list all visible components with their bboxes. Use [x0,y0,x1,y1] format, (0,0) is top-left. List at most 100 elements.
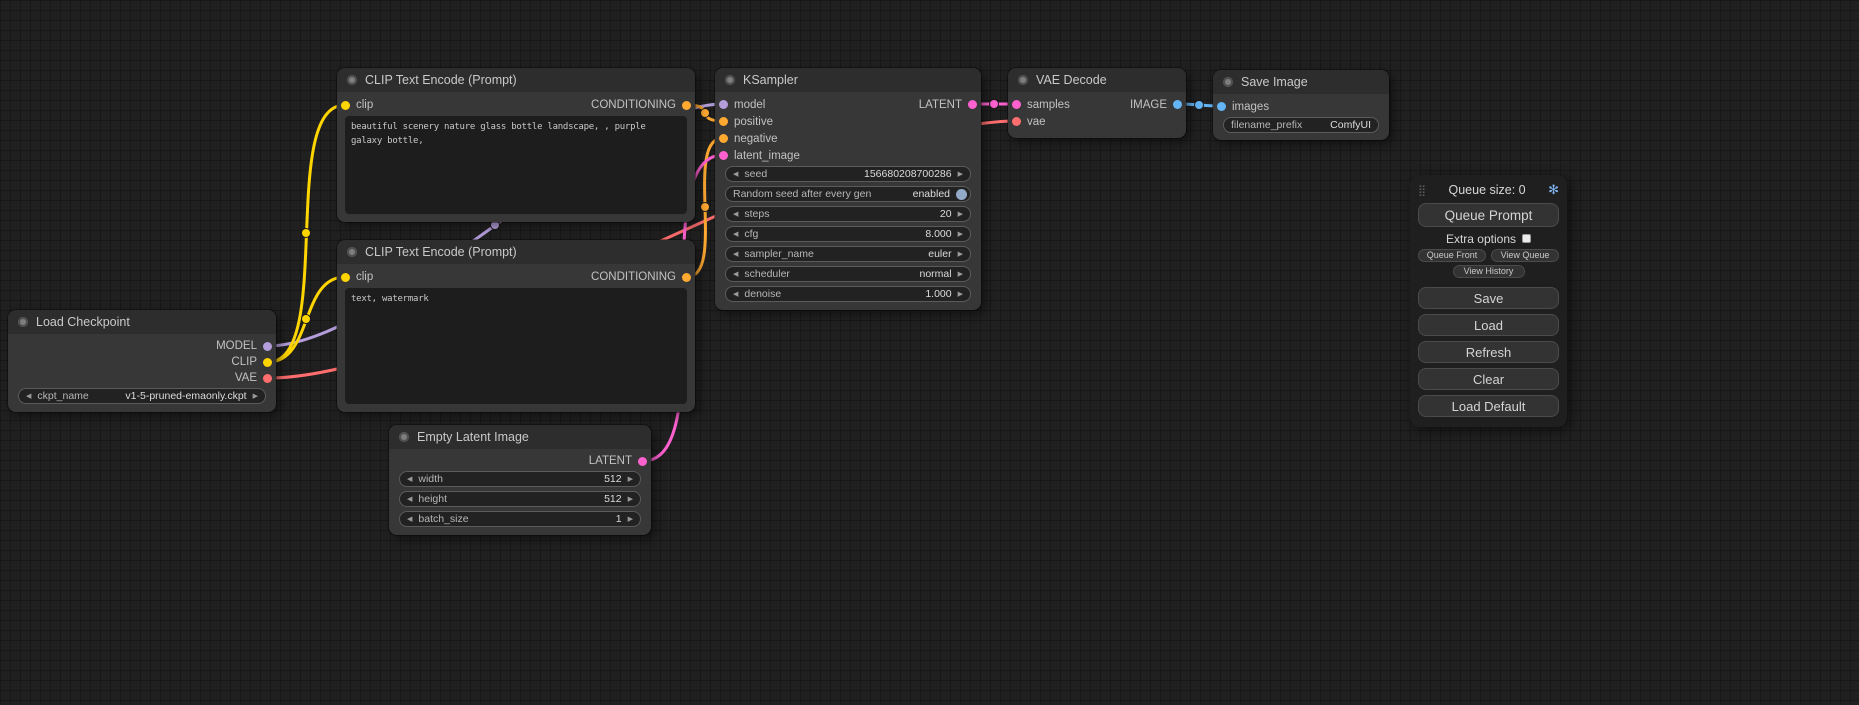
model-slot-dot[interactable] [719,100,728,109]
input-slot-negative[interactable]: negative [715,130,777,147]
input-slot-positive[interactable]: positive [715,113,773,130]
decrement-arrow-icon[interactable]: ◀ [733,171,738,178]
widget-width[interactable]: ◀ width 512 ▶ [399,471,641,487]
conditioning-slot-dot[interactable] [682,101,691,110]
increment-arrow-icon[interactable]: ▶ [958,271,963,278]
node-title-bar[interactable]: Save Image [1213,70,1389,94]
output-slot-latent[interactable]: LATENT [919,96,981,113]
node-title-bar[interactable]: Empty Latent Image [389,425,651,449]
input-slot-clip[interactable]: clip [337,96,373,114]
decrement-arrow-icon[interactable]: ◀ [733,231,738,238]
latent-slot-dot[interactable] [1012,100,1021,109]
output-slot-conditioning[interactable]: CONDITIONING [591,96,695,114]
widget-random-seed-toggle[interactable]: Random seed after every gen enabled [725,186,971,202]
node-save-image[interactable]: Save Image images filename_prefix ComfyU… [1213,70,1389,140]
widget-filename-prefix[interactable]: filename_prefix ComfyUI [1223,117,1379,133]
decrement-arrow-icon[interactable]: ◀ [407,496,412,503]
settings-gear-icon[interactable]: ✻ [1548,182,1559,198]
negative-prompt-textarea[interactable]: text, watermark [345,288,687,404]
input-slot-clip[interactable]: clip [337,268,373,286]
input-slot-images[interactable]: images [1213,98,1269,115]
clip-slot-dot[interactable] [341,101,350,110]
input-slot-model[interactable]: model [715,96,765,113]
increment-arrow-icon[interactable]: ▶ [958,171,963,178]
node-load-checkpoint[interactable]: Load Checkpoint MODEL CLIP VAE [8,310,276,412]
output-slot-latent[interactable]: LATENT [589,453,651,469]
conditioning-slot-dot[interactable] [719,134,728,143]
widget-sampler-name[interactable]: ◀ sampler_name euler ▶ [725,246,971,262]
widget-batch-size[interactable]: ◀ batch_size 1 ▶ [399,511,641,527]
queue-prompt-button[interactable]: Queue Prompt [1418,203,1559,227]
vae-slot-dot[interactable] [1012,117,1021,126]
decrement-arrow-icon[interactable]: ◀ [407,476,412,483]
output-slot-clip[interactable]: CLIP [231,354,276,370]
latent-slot-dot[interactable] [638,457,647,466]
decrement-arrow-icon[interactable]: ◀ [407,516,412,523]
node-graph-canvas[interactable]: Load Checkpoint MODEL CLIP VAE [0,0,1859,705]
vae-slot-dot[interactable] [263,374,272,383]
load-default-button[interactable]: Load Default [1418,395,1559,417]
image-slot-dot[interactable] [1173,100,1182,109]
clear-button[interactable]: Clear [1418,368,1559,390]
node-title-bar[interactable]: CLIP Text Encode (Prompt) [337,240,695,264]
positive-prompt-textarea[interactable]: beautiful scenery nature glass bottle la… [345,116,687,214]
seed-toggle-icon[interactable] [956,189,967,200]
increment-arrow-icon[interactable]: ▶ [628,476,633,483]
output-slot-vae[interactable]: VAE [235,370,276,386]
increment-arrow-icon[interactable]: ▶ [958,251,963,258]
load-button[interactable]: Load [1418,314,1559,336]
input-slot-samples[interactable]: samples [1008,96,1070,113]
widget-ckpt-name[interactable]: ◀ ckpt_name v1-5-pruned-emaonly.ckpt ▶ [18,388,266,404]
conditioning-slot-dot[interactable] [682,273,691,282]
node-vae-decode[interactable]: VAE Decode samples IMAGE vae [1008,68,1186,138]
increment-arrow-icon[interactable]: ▶ [628,516,633,523]
node-title-bar[interactable]: KSampler [715,68,981,92]
collapse-dot[interactable] [399,432,409,442]
node-title-bar[interactable]: Load Checkpoint [8,310,276,334]
increment-arrow-icon[interactable]: ▶ [958,231,963,238]
image-slot-dot[interactable] [1217,102,1226,111]
output-slot-model[interactable]: MODEL [216,338,276,354]
collapse-dot[interactable] [1223,77,1233,87]
widget-seed[interactable]: ◀ seed 156680208700286 ▶ [725,166,971,182]
node-ksampler[interactable]: KSampler model LATENT positive [715,68,981,310]
decrement-arrow-icon[interactable]: ◀ [733,291,738,298]
node-title-bar[interactable]: VAE Decode [1008,68,1186,92]
output-slot-conditioning[interactable]: CONDITIONING [591,268,695,286]
node-title-bar[interactable]: CLIP Text Encode (Prompt) [337,68,695,92]
drag-handle-icon[interactable]: ⣿ [1418,184,1426,197]
collapse-dot[interactable] [347,75,357,85]
latent-slot-dot[interactable] [719,151,728,160]
view-queue-button[interactable]: View Queue [1491,249,1559,262]
output-slot-image[interactable]: IMAGE [1130,96,1186,113]
input-slot-latent-image[interactable]: latent_image [715,147,800,164]
input-slot-vae[interactable]: vae [1008,113,1046,130]
view-history-button[interactable]: View History [1453,265,1525,278]
widget-denoise[interactable]: ◀ denoise 1.000 ▶ [725,286,971,302]
latent-slot-dot[interactable] [968,100,977,109]
queue-front-button[interactable]: Queue Front [1418,249,1486,262]
widget-height[interactable]: ◀ height 512 ▶ [399,491,641,507]
decrement-arrow-icon[interactable]: ◀ [733,271,738,278]
decrement-arrow-icon[interactable]: ◀ [733,251,738,258]
decrement-arrow-icon[interactable]: ◀ [733,211,738,218]
widget-scheduler[interactable]: ◀ scheduler normal ▶ [725,266,971,282]
node-empty-latent-image[interactable]: Empty Latent Image LATENT ◀ width 512 ▶ … [389,425,651,535]
widget-steps[interactable]: ◀ steps 20 ▶ [725,206,971,222]
increment-arrow-icon[interactable]: ▶ [253,393,258,400]
collapse-dot[interactable] [18,317,28,327]
conditioning-slot-dot[interactable] [719,117,728,126]
increment-arrow-icon[interactable]: ▶ [958,211,963,218]
increment-arrow-icon[interactable]: ▶ [958,291,963,298]
node-clip-text-encode-negative[interactable]: CLIP Text Encode (Prompt) clip CONDITION… [337,240,695,412]
extra-options-checkbox[interactable] [1522,234,1531,243]
clip-slot-dot[interactable] [263,358,272,367]
increment-arrow-icon[interactable]: ▶ [628,496,633,503]
collapse-dot[interactable] [1018,75,1028,85]
widget-cfg[interactable]: ◀ cfg 8.000 ▶ [725,226,971,242]
collapse-dot[interactable] [725,75,735,85]
save-button[interactable]: Save [1418,287,1559,309]
node-clip-text-encode-positive[interactable]: CLIP Text Encode (Prompt) clip CONDITION… [337,68,695,222]
clip-slot-dot[interactable] [341,273,350,282]
decrement-arrow-icon[interactable]: ◀ [26,393,31,400]
